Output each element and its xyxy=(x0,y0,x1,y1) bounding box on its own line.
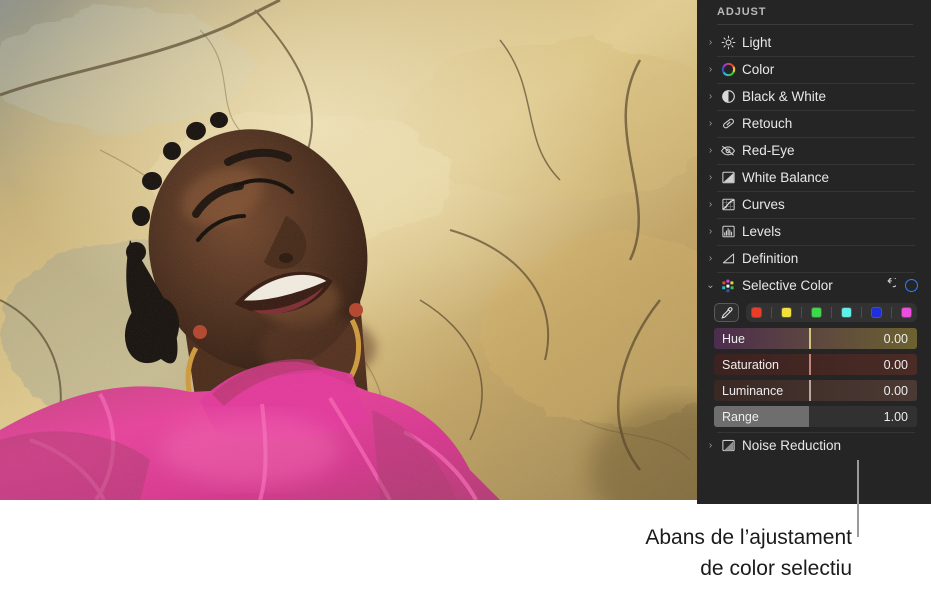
adjust-row-label: White Balance xyxy=(742,170,830,185)
adjust-row-label: Noise Reduction xyxy=(742,438,842,453)
noise-reduction-icon xyxy=(717,438,739,453)
chevron-down-icon[interactable]: ⌄ xyxy=(704,280,717,291)
adjust-row-label: Curves xyxy=(742,197,785,212)
swatch-magenta[interactable] xyxy=(902,308,911,317)
adjust-row-color[interactable]: › Color xyxy=(697,56,931,83)
selective-color-sliders: Hue 0.00 Saturation 0.00 Luminance 0.00 … xyxy=(697,327,931,427)
enable-circle-icon[interactable] xyxy=(905,279,918,292)
adjust-row-curves[interactable]: › Curves xyxy=(697,191,931,218)
adjust-row-label: Definition xyxy=(742,251,799,266)
swatch-divider xyxy=(891,307,892,318)
callout-leader-line xyxy=(857,460,859,537)
callout-line-2: de color selectiu xyxy=(700,557,852,580)
swatch-divider xyxy=(801,307,802,318)
slider-value: 0.00 xyxy=(883,383,908,398)
adjust-row-label: Retouch xyxy=(742,116,793,131)
reset-arrow-icon[interactable] xyxy=(882,276,899,293)
adjust-row-label: Red-Eye xyxy=(742,143,795,158)
chevron-right-icon[interactable]: › xyxy=(704,253,717,264)
adjust-row-noise-reduction[interactable]: › Noise Reduction xyxy=(697,432,931,459)
adjust-row-label: Selective Color xyxy=(742,278,833,293)
swatch-blue-cell[interactable] xyxy=(872,308,881,317)
swatch-cyan-cell[interactable] xyxy=(842,308,851,317)
color-wheel-icon xyxy=(717,62,739,77)
adjust-row-levels[interactable]: › Levels xyxy=(697,218,931,245)
eyedropper-icon[interactable] xyxy=(714,303,739,322)
photo-preview[interactable] xyxy=(0,0,697,500)
slider-knob[interactable] xyxy=(809,354,812,375)
chevron-right-icon[interactable]: › xyxy=(704,145,717,156)
color-swatch-group[interactable] xyxy=(746,303,917,322)
adjust-row-definition[interactable]: › Definition xyxy=(697,245,931,272)
curves-icon xyxy=(717,197,739,212)
slider-saturation[interactable]: Saturation 0.00 xyxy=(714,354,917,375)
swatch-divider xyxy=(861,307,862,318)
adjust-row-retouch[interactable]: › Retouch xyxy=(697,110,931,137)
swatch-green-cell[interactable] xyxy=(812,308,821,317)
adjust-row-label: Levels xyxy=(742,224,782,239)
adjust-row-label: Color xyxy=(742,62,775,77)
header-divider xyxy=(717,24,913,25)
slider-knob[interactable] xyxy=(809,328,812,349)
levels-icon xyxy=(717,224,739,239)
photo-image xyxy=(0,0,697,500)
definition-icon xyxy=(717,251,739,266)
chevron-right-icon[interactable]: › xyxy=(704,37,717,48)
slider-label: Saturation xyxy=(722,357,779,372)
chevron-right-icon[interactable]: › xyxy=(704,199,717,210)
adjust-row-black-and-white[interactable]: › Black & White xyxy=(697,83,931,110)
swatch-blue[interactable] xyxy=(872,308,881,317)
swatch-yellow[interactable] xyxy=(782,308,791,317)
adjust-row-red-eye[interactable]: › Red-Eye xyxy=(697,137,931,164)
swatch-red[interactable] xyxy=(752,308,761,317)
chevron-right-icon[interactable]: › xyxy=(704,91,717,102)
adjust-row-label: Black & White xyxy=(742,89,827,104)
slider-label: Luminance xyxy=(722,383,784,398)
swatch-cyan[interactable] xyxy=(842,308,851,317)
adjust-row-white-balance[interactable]: › White Balance xyxy=(697,164,931,191)
chevron-right-icon[interactable]: › xyxy=(704,172,717,183)
eye-slash-icon xyxy=(717,143,739,158)
slider-luminance[interactable]: Luminance 0.00 xyxy=(714,380,917,401)
slider-knob[interactable] xyxy=(809,380,812,401)
bandage-icon xyxy=(717,116,739,131)
slider-label: Range xyxy=(722,409,759,424)
swatch-magenta-cell[interactable] xyxy=(902,308,911,317)
chevron-right-icon[interactable]: › xyxy=(704,226,717,237)
slider-value: 0.00 xyxy=(883,331,908,346)
sun-icon xyxy=(717,35,739,50)
slider-range[interactable]: Range 1.00 xyxy=(714,406,917,427)
chevron-right-icon[interactable]: › xyxy=(704,440,717,451)
chevron-right-icon[interactable]: › xyxy=(704,64,717,75)
selective-color-swatch-row xyxy=(697,299,931,327)
adjust-row-light[interactable]: › Light xyxy=(697,29,931,56)
swatch-red-cell[interactable] xyxy=(752,308,761,317)
swatch-divider xyxy=(831,307,832,318)
chevron-right-icon[interactable]: › xyxy=(704,118,717,129)
callout-caption: Abans de l’ajustament de color selectiu xyxy=(420,522,852,584)
adjust-row-label: Light xyxy=(742,35,772,50)
half-circle-icon xyxy=(717,89,739,104)
swatch-green[interactable] xyxy=(812,308,821,317)
swatch-yellow-cell[interactable] xyxy=(782,308,791,317)
slider-hue[interactable]: Hue 0.00 xyxy=(714,328,917,349)
callout-line-1: Abans de l’ajustament xyxy=(645,526,852,549)
white-balance-icon xyxy=(717,170,739,185)
slider-value: 1.00 xyxy=(883,409,908,424)
selective-color-dots-icon xyxy=(717,278,739,294)
swatch-divider xyxy=(771,307,772,318)
adjust-row-selective-color[interactable]: ⌄ Selective Color xyxy=(697,272,931,299)
slider-value: 0.00 xyxy=(883,357,908,372)
adjust-section-title: ADJUST xyxy=(717,6,767,18)
slider-label: Hue xyxy=(722,331,745,346)
adjust-panel: ADJUST › Light › Color › Black & White ›… xyxy=(697,0,931,504)
